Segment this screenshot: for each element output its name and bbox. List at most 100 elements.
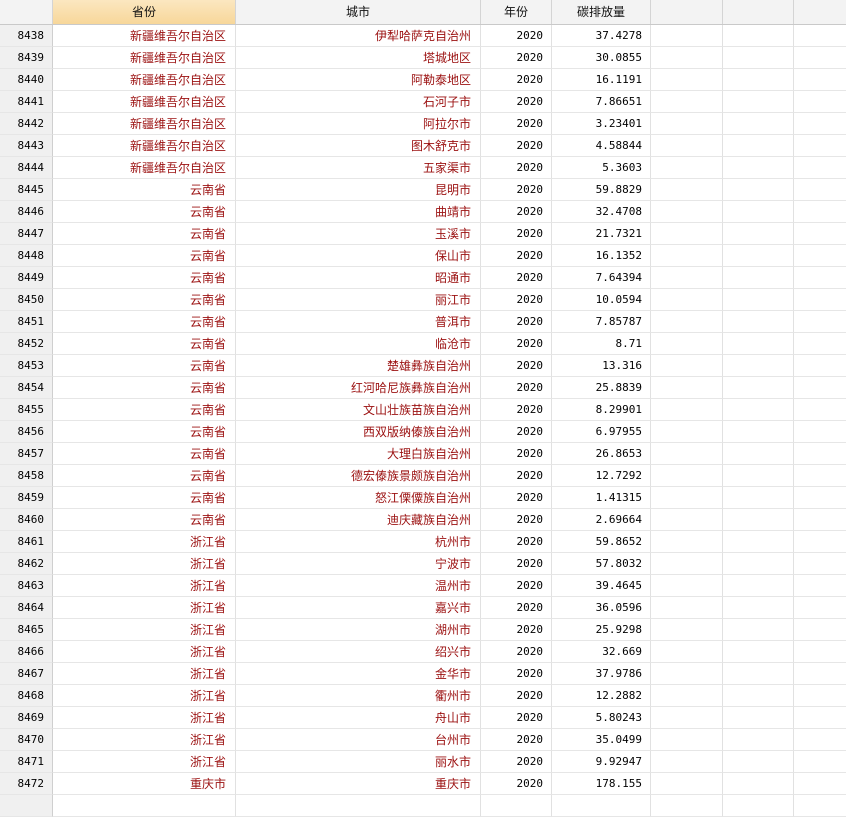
cell-province[interactable]: 云南省 [53,355,236,377]
cell-empty[interactable] [794,69,846,91]
row-number[interactable]: 8444 [0,157,53,179]
column-header-emission[interactable]: 碳排放量 [552,0,651,24]
cell-empty[interactable] [0,795,53,817]
table-row[interactable]: 8450 云南省 丽江市 2020 10.0594 [0,289,846,311]
cell-emission[interactable]: 7.85787 [552,311,651,333]
column-header-city[interactable]: 城市 [236,0,481,24]
cell-empty[interactable] [651,135,723,157]
cell-year[interactable]: 2020 [481,201,552,223]
table-row[interactable]: 8442 新疆维吾尔自治区 阿拉尔市 2020 3.23401 [0,113,846,135]
cell-empty[interactable] [651,553,723,575]
cell-year[interactable]: 2020 [481,663,552,685]
cell-emission[interactable]: 36.0596 [552,597,651,619]
cell-year[interactable]: 2020 [481,355,552,377]
cell-empty[interactable] [651,773,723,795]
cell-province[interactable]: 浙江省 [53,597,236,619]
cell-emission[interactable]: 35.0499 [552,729,651,751]
cell-empty[interactable] [723,47,794,69]
cell-empty[interactable] [723,421,794,443]
cell-city[interactable]: 重庆市 [236,773,481,795]
cell-empty[interactable] [794,399,846,421]
cell-city[interactable]: 普洱市 [236,311,481,333]
table-row[interactable]: 8457 云南省 大理白族自治州 2020 26.8653 [0,443,846,465]
column-header-empty[interactable] [794,0,846,24]
cell-empty[interactable] [794,157,846,179]
table-row[interactable]: 8465 浙江省 湖州市 2020 25.9298 [0,619,846,641]
cell-empty[interactable] [794,487,846,509]
cell-year[interactable]: 2020 [481,729,552,751]
cell-empty[interactable] [651,575,723,597]
cell-emission[interactable]: 25.8839 [552,377,651,399]
cell-city[interactable]: 昆明市 [236,179,481,201]
cell-year[interactable]: 2020 [481,685,552,707]
cell-emission[interactable]: 32.669 [552,641,651,663]
table-row[interactable]: 8472 重庆市 重庆市 2020 178.155 [0,773,846,795]
row-number[interactable]: 8446 [0,201,53,223]
cell-province[interactable]: 重庆市 [53,773,236,795]
cell-province[interactable]: 云南省 [53,179,236,201]
table-row-empty[interactable] [0,795,846,817]
cell-empty[interactable] [723,509,794,531]
cell-empty[interactable] [651,663,723,685]
cell-empty[interactable] [723,773,794,795]
cell-empty[interactable] [794,509,846,531]
cell-empty[interactable] [794,707,846,729]
cell-emission[interactable]: 59.8652 [552,531,651,553]
cell-province[interactable]: 云南省 [53,487,236,509]
cell-year[interactable]: 2020 [481,47,552,69]
cell-city[interactable]: 伊犁哈萨克自治州 [236,25,481,47]
cell-empty[interactable] [794,575,846,597]
cell-empty[interactable] [651,421,723,443]
row-number[interactable]: 8460 [0,509,53,531]
cell-city[interactable]: 德宏傣族景颇族自治州 [236,465,481,487]
table-row[interactable]: 8459 云南省 怒江傈僳族自治州 2020 1.41315 [0,487,846,509]
row-number[interactable]: 8472 [0,773,53,795]
cell-empty[interactable] [651,311,723,333]
table-row[interactable]: 8464 浙江省 嘉兴市 2020 36.0596 [0,597,846,619]
cell-year[interactable]: 2020 [481,135,552,157]
cell-empty[interactable] [723,729,794,751]
row-number[interactable]: 8453 [0,355,53,377]
row-number[interactable]: 8445 [0,179,53,201]
cell-empty[interactable] [723,399,794,421]
cell-empty[interactable] [723,311,794,333]
cell-empty[interactable] [723,91,794,113]
row-number[interactable]: 8448 [0,245,53,267]
table-row[interactable]: 8461 浙江省 杭州市 2020 59.8652 [0,531,846,553]
table-row[interactable]: 8438 新疆维吾尔自治区 伊犁哈萨克自治州 2020 37.4278 [0,25,846,47]
cell-city[interactable]: 丽江市 [236,289,481,311]
row-number[interactable]: 8440 [0,69,53,91]
table-row[interactable]: 8466 浙江省 绍兴市 2020 32.669 [0,641,846,663]
table-row[interactable]: 8460 云南省 迪庆藏族自治州 2020 2.69664 [0,509,846,531]
cell-year[interactable]: 2020 [481,619,552,641]
row-number-header[interactable] [0,0,53,24]
cell-empty[interactable] [794,685,846,707]
cell-emission[interactable]: 59.8829 [552,179,651,201]
cell-province[interactable]: 云南省 [53,443,236,465]
cell-province[interactable]: 浙江省 [53,729,236,751]
cell-empty[interactable] [794,663,846,685]
cell-empty[interactable] [651,597,723,619]
row-number[interactable]: 8449 [0,267,53,289]
cell-empty[interactable] [723,795,794,817]
cell-emission[interactable]: 12.2882 [552,685,651,707]
cell-empty[interactable] [651,619,723,641]
cell-empty[interactable] [794,245,846,267]
cell-province[interactable]: 云南省 [53,267,236,289]
cell-year[interactable]: 2020 [481,773,552,795]
cell-emission[interactable]: 13.316 [552,355,651,377]
table-row[interactable]: 8454 云南省 红河哈尼族彝族自治州 2020 25.8839 [0,377,846,399]
cell-empty[interactable] [794,311,846,333]
cell-city[interactable]: 金华市 [236,663,481,685]
cell-empty[interactable] [651,355,723,377]
cell-province[interactable]: 云南省 [53,509,236,531]
cell-emission[interactable]: 4.58844 [552,135,651,157]
cell-empty[interactable] [723,201,794,223]
row-number[interactable]: 8465 [0,619,53,641]
cell-year[interactable]: 2020 [481,641,552,663]
cell-empty[interactable] [651,201,723,223]
cell-province[interactable]: 云南省 [53,289,236,311]
cell-empty[interactable] [651,531,723,553]
cell-empty[interactable] [723,289,794,311]
cell-province[interactable]: 新疆维吾尔自治区 [53,91,236,113]
